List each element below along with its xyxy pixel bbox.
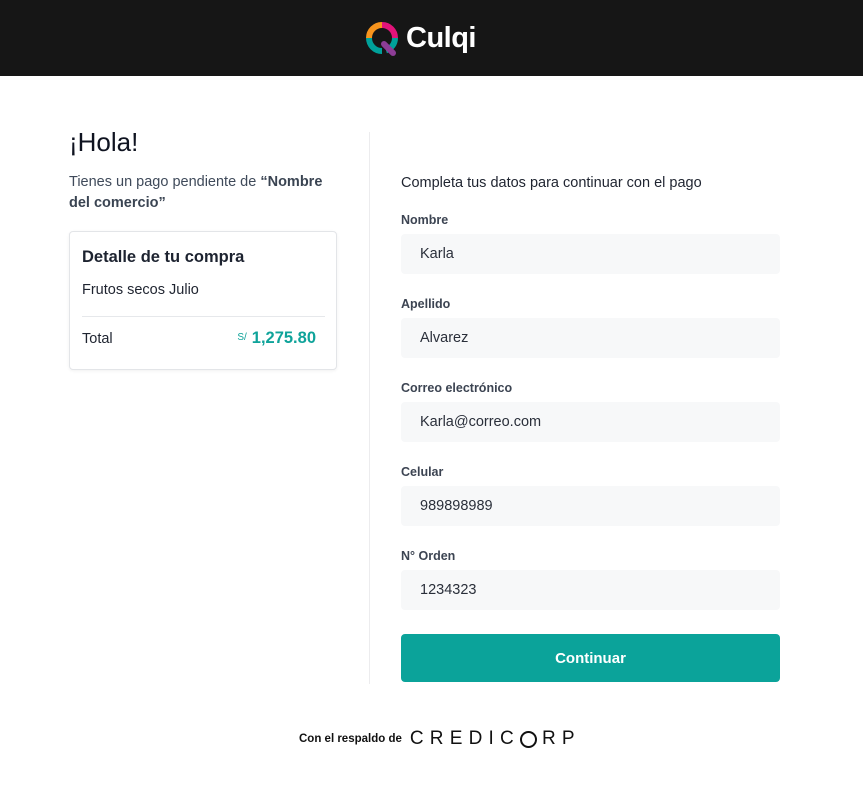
- credicorp-text-start: CREDIC: [409, 728, 520, 749]
- celular-input[interactable]: [401, 486, 780, 526]
- card-divider: [82, 316, 325, 317]
- column-divider: [369, 132, 370, 684]
- purchase-detail-card: Detalle de tu compra Frutos secos Julio …: [69, 231, 337, 370]
- purchase-item: Frutos secos Julio: [82, 282, 199, 298]
- purchase-detail-title: Detalle de tu compra: [82, 248, 245, 266]
- apellido-input[interactable]: [401, 318, 780, 358]
- form-intro: Completa tus datos para continuar con el…: [401, 175, 702, 191]
- total-label: Total: [82, 331, 113, 347]
- email-label: Correo electrónico: [401, 381, 513, 395]
- amount-value: 1,275.80: [251, 329, 316, 347]
- order-number-label: N° Orden: [401, 549, 456, 563]
- credicorp-logo: CREDIC RP: [410, 728, 581, 750]
- credicorp-o-ring-icon: [519, 730, 537, 748]
- footer-backing: Con el respaldo de CREDIC RP: [299, 726, 581, 752]
- currency-symbol: S/: [237, 332, 247, 343]
- pending-prefix: Tienes un pago pendiente de: [69, 174, 261, 190]
- pending-payment-text: Tienes un pago pendiente de “Nombre del …: [69, 172, 344, 214]
- apellido-label: Apellido: [401, 297, 451, 311]
- total-amount: S/1,275.80: [237, 329, 316, 348]
- order-number-input[interactable]: [401, 570, 780, 610]
- email-input[interactable]: [401, 402, 780, 442]
- nombre-label: Nombre: [401, 213, 449, 227]
- top-bar: Culqi: [0, 0, 863, 76]
- brand-name: Culqi: [406, 22, 477, 54]
- culqi-logo[interactable]: Culqi: [364, 18, 477, 58]
- backed-by-text: Con el respaldo de: [299, 733, 402, 745]
- credicorp-text-end: RP: [541, 728, 581, 749]
- celular-label: Celular: [401, 465, 444, 479]
- nombre-input[interactable]: [401, 234, 780, 274]
- continue-button[interactable]: Continuar: [401, 634, 780, 682]
- culqi-q-logo-icon: [364, 20, 400, 56]
- greeting-heading: ¡Hola!: [69, 127, 139, 157]
